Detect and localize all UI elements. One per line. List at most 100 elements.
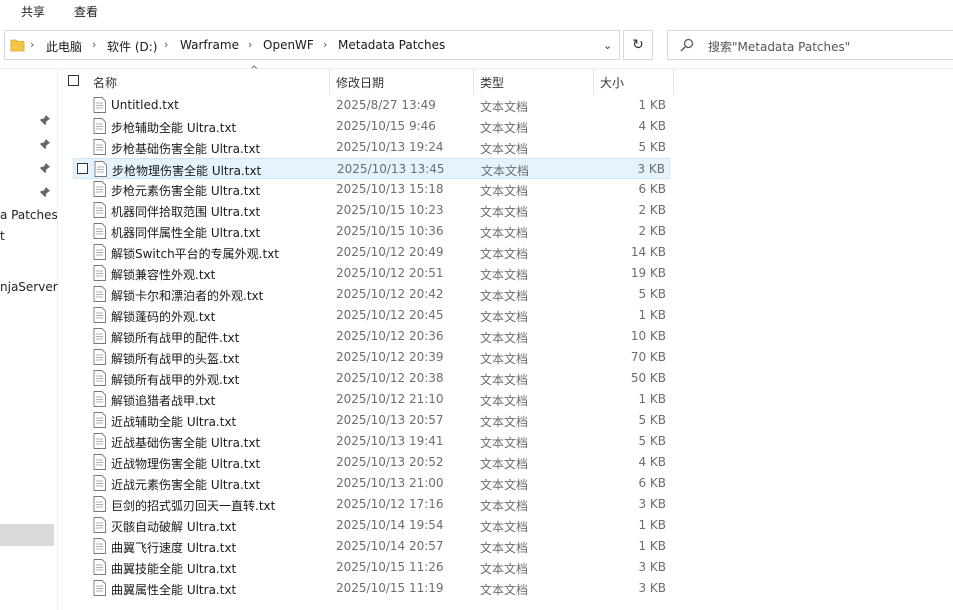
breadcrumb-drive-d[interactable]: 软件 (D:) <box>107 38 157 55</box>
file-row[interactable]: 近战基础伤害全能 Ultra.txt 2025/10/13 19:41 文本文档 5 … <box>73 431 670 452</box>
text-file-icon <box>93 349 106 365</box>
breadcrumb-warframe[interactable]: Warframe <box>180 38 239 52</box>
file-row[interactable]: 解锁卡尔和漂泊者的外观.txt 2025/10/12 20:42 文本文档 5 KB <box>73 284 670 305</box>
file-row[interactable]: 解锁追猎者战甲.txt 2025/10/12 21:10 文本文档 1 KB <box>73 389 670 410</box>
address-row: › 此电脑 › 软件 (D:) › Warframe › OpenWF › Me… <box>0 24 953 69</box>
file-name[interactable]: 解锁所有战甲的外观.txt <box>111 371 239 388</box>
column-divider[interactable] <box>593 69 594 95</box>
nav-item-metadata-patches[interactable]: a Patches <box>0 208 58 222</box>
tab-share[interactable]: 共享 <box>21 3 45 20</box>
file-row[interactable]: 步枪基础伤害全能 Ultra.txt 2025/10/13 19:24 文本文档 5 … <box>73 137 670 158</box>
file-name[interactable]: 解锁蓬码的外观.txt <box>111 308 215 325</box>
refresh-button[interactable]: ↻ <box>623 30 653 60</box>
file-row[interactable]: 机器同伴拾取范围 Ultra.txt 2025/10/15 10:23 文本文档 2 … <box>73 200 670 221</box>
file-row[interactable]: 灭骸自动破解 Ultra.txt 2025/10/14 19:54 文本文档 1 KB <box>73 515 670 536</box>
file-name[interactable]: 步枪元素伤害全能 Ultra.txt <box>111 182 260 199</box>
file-size: 6 KB <box>638 182 666 196</box>
nav-item-selected[interactable] <box>0 524 54 546</box>
file-modified-date: 2025/10/14 19:54 <box>336 518 444 532</box>
column-divider[interactable] <box>329 69 330 95</box>
pin-icon[interactable] <box>39 186 51 198</box>
file-row[interactable]: 近战辅助全能 Ultra.txt 2025/10/13 20:57 文本文档 5 KB <box>73 410 670 431</box>
file-size: 5 KB <box>638 287 666 301</box>
file-row[interactable]: 近战物理伤害全能 Ultra.txt 2025/10/13 20:52 文本文档 4 … <box>73 452 670 473</box>
file-name[interactable]: 机器同伴属性全能 Ultra.txt <box>111 224 260 241</box>
file-size: 5 KB <box>638 140 666 154</box>
file-row[interactable]: 步枪辅助全能 Ultra.txt 2025/10/15 9:46 文本文档 4 KB <box>73 116 670 137</box>
file-name[interactable]: 曲翼飞行速度 Ultra.txt <box>111 539 236 556</box>
tab-view[interactable]: 查看 <box>74 3 98 20</box>
column-date[interactable]: 修改日期 <box>336 74 384 91</box>
file-size: 10 KB <box>630 329 666 343</box>
file-row[interactable]: 解锁Switch平台的专属外观.txt 2025/10/12 20:49 文本文档 1… <box>73 242 670 263</box>
file-name[interactable]: 解锁所有战甲的头盔.txt <box>111 350 239 367</box>
file-row[interactable]: 近战元素伤害全能 Ultra.txt 2025/10/13 21:00 文本文档 6 … <box>73 473 670 494</box>
file-name[interactable]: 解锁追猎者战甲.txt <box>111 392 215 409</box>
file-name[interactable]: 近战物理伤害全能 Ultra.txt <box>111 455 260 472</box>
file-name[interactable]: 步枪基础伤害全能 Ultra.txt <box>111 140 260 157</box>
file-row[interactable]: 曲翼技能全能 Ultra.txt 2025/10/15 11:26 文本文档 3 KB <box>73 557 670 578</box>
search-input[interactable]: 搜索"Metadata Patches" <box>667 30 953 60</box>
file-row[interactable]: 解锁蓬码的外观.txt 2025/10/12 20:45 文本文档 1 KB <box>73 305 670 326</box>
file-size: 1 KB <box>638 539 666 553</box>
file-row[interactable]: 机器同伴属性全能 Ultra.txt 2025/10/15 10:36 文本文档 2 … <box>73 221 670 242</box>
file-name[interactable]: 解锁兼容性外观.txt <box>111 266 215 283</box>
file-name[interactable]: 灭骸自动破解 Ultra.txt <box>111 518 236 535</box>
file-modified-date: 2025/10/13 21:00 <box>336 476 444 490</box>
column-size[interactable]: 大小 <box>600 74 624 91</box>
file-row[interactable]: Untitled.txt 2025/8/27 13:49 文本文档 1 KB <box>73 95 670 116</box>
file-row[interactable]: 步枪元素伤害全能 Ultra.txt 2025/10/13 15:18 文本文档 6 … <box>73 179 670 200</box>
file-size: 5 KB <box>638 434 666 448</box>
file-row[interactable]: 解锁兼容性外观.txt 2025/10/12 20:51 文本文档 19 KB <box>73 263 670 284</box>
file-name[interactable]: 步枪辅助全能 Ultra.txt <box>111 119 236 136</box>
file-name[interactable]: 曲翼技能全能 Ultra.txt <box>111 560 236 577</box>
file-type: 文本文档 <box>480 226 529 240</box>
file-row[interactable]: 步枪物理伤害全能 Ultra.txt 2025/10/13 13:45 文本文档 3 … <box>73 158 670 179</box>
file-modified-date: 2025/10/12 20:39 <box>336 350 444 364</box>
breadcrumb-separator: › <box>30 38 35 51</box>
column-divider[interactable] <box>473 69 474 95</box>
pin-icon[interactable] <box>39 114 51 126</box>
sort-ascending-icon: ^ <box>250 65 259 76</box>
file-modified-date: 2025/10/12 20:51 <box>336 266 444 280</box>
file-name[interactable]: Untitled.txt <box>111 98 179 112</box>
row-checkbox[interactable] <box>77 163 88 174</box>
file-name[interactable]: 巨剑的招式弧刃回天一直转.txt <box>111 497 275 514</box>
file-modified-date: 2025/10/12 21:10 <box>336 392 444 406</box>
file-row[interactable]: 解锁所有战甲的配件.txt 2025/10/12 20:36 文本文档 10 KB <box>73 326 670 347</box>
file-row[interactable]: 解锁所有战甲的头盔.txt 2025/10/12 20:39 文本文档 70 KB <box>73 347 670 368</box>
file-modified-date: 2025/10/15 11:26 <box>336 560 444 574</box>
file-name[interactable]: 步枪物理伤害全能 Ultra.txt <box>112 162 261 179</box>
nav-item-ninjaserver[interactable]: njaServer <box>0 280 58 294</box>
text-file-icon <box>93 559 106 575</box>
file-row[interactable]: 解锁所有战甲的外观.txt 2025/10/12 20:38 文本文档 50 KB <box>73 368 670 389</box>
text-file-icon <box>93 97 106 113</box>
pin-icon[interactable] <box>39 162 51 174</box>
column-type[interactable]: 类型 <box>480 74 504 91</box>
breadcrumb-metadata-patches[interactable]: Metadata Patches <box>338 38 445 52</box>
file-name[interactable]: 解锁卡尔和漂泊者的外观.txt <box>111 287 263 304</box>
file-modified-date: 2025/10/13 13:45 <box>337 162 445 176</box>
column-divider[interactable] <box>673 69 674 95</box>
file-name[interactable]: 近战基础伤害全能 Ultra.txt <box>111 434 260 451</box>
breadcrumb-this-pc[interactable]: 此电脑 <box>46 38 82 55</box>
pin-icon[interactable] <box>39 138 51 150</box>
chevron-down-icon[interactable]: ⌄ <box>603 39 612 52</box>
file-row[interactable]: 曲翼属性全能 Ultra.txt 2025/10/15 11:19 文本文档 3 KB <box>73 578 670 599</box>
file-name[interactable]: 解锁Switch平台的专属外观.txt <box>111 245 279 262</box>
file-name[interactable]: 曲翼属性全能 Ultra.txt <box>111 581 236 598</box>
breadcrumb-openwf[interactable]: OpenWF <box>263 38 314 52</box>
file-row[interactable]: 巨剑的招式弧刃回天一直转.txt 2025/10/12 17:16 文本文档 3 KB <box>73 494 670 515</box>
file-row[interactable]: 曲翼飞行速度 Ultra.txt 2025/10/14 20:57 文本文档 1 KB <box>73 536 670 557</box>
file-type: 文本文档 <box>480 331 529 345</box>
file-name[interactable]: 机器同伴拾取范围 Ultra.txt <box>111 203 260 220</box>
file-name[interactable]: 解锁所有战甲的配件.txt <box>111 329 239 346</box>
nav-item-truncated[interactable]: t <box>0 229 5 243</box>
file-name[interactable]: 近战元素伤害全能 Ultra.txt <box>111 476 260 493</box>
file-size: 1 KB <box>638 518 666 532</box>
column-name[interactable]: 名称 <box>93 74 117 91</box>
select-all-checkbox[interactable] <box>68 75 79 86</box>
address-bar[interactable]: › 此电脑 › 软件 (D:) › Warframe › OpenWF › Me… <box>4 30 620 60</box>
file-name[interactable]: 近战辅助全能 Ultra.txt <box>111 413 236 430</box>
file-type: 文本文档 <box>480 352 529 366</box>
